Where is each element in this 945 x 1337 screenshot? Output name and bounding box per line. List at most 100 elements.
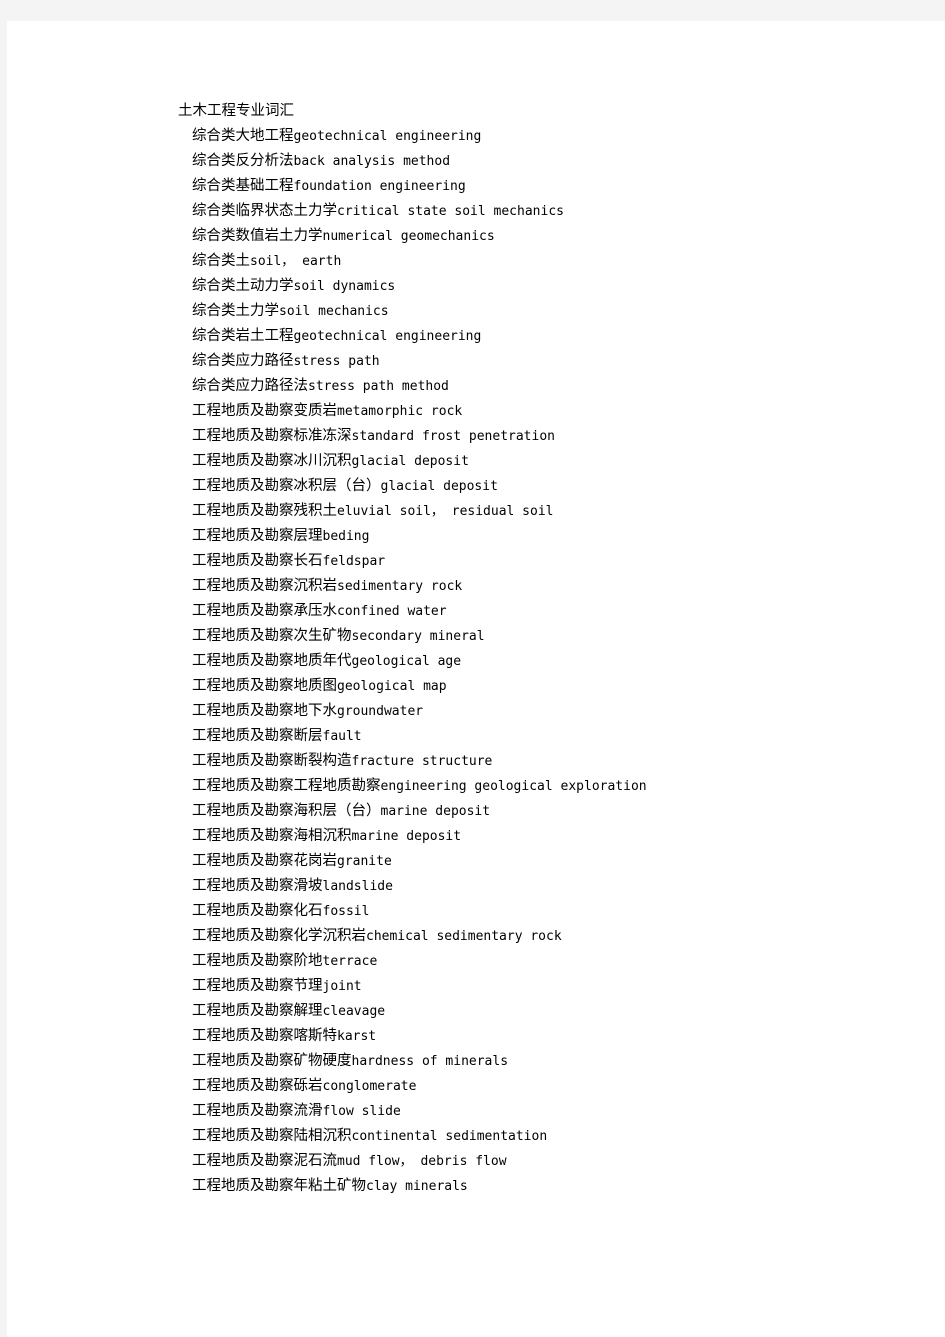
entry-english-gloss: groundwater (337, 704, 424, 719)
entry-english-gloss: confined water (337, 604, 447, 619)
entry-chinese-term: 工程地质及勘察层理 (192, 528, 323, 544)
entry-chinese-term: 工程地质及勘察矿物硬度 (192, 1053, 352, 1069)
entry-english-gloss: glacial deposit (351, 454, 469, 469)
glossary-entry: 工程地质及勘察地质图geological map (192, 674, 918, 699)
document-page: 土木工程专业词汇 综合类大地工程geotechnical engineering… (7, 21, 945, 1337)
glossary-entry: 工程地质及勘察冰积层（台）glacial deposit (192, 474, 918, 499)
glossary-entry: 综合类数值岩土力学numerical geomechanics (192, 224, 918, 249)
entry-chinese-term: 工程地质及勘察承压水 (192, 603, 337, 619)
entry-chinese-term: 工程地质及勘察海积层（台） (192, 803, 381, 819)
glossary-entry: 综合类临界状态土力学critical state soil mechanics (192, 199, 918, 224)
entry-english-gloss: engineering geological exploration (380, 779, 647, 794)
glossary-entry: 工程地质及勘察解理cleavage (192, 999, 918, 1024)
glossary-entry: 综合类土soil， earth (192, 249, 918, 274)
entry-chinese-term: 工程地质及勘察流滑 (192, 1103, 323, 1119)
entry-english-gloss: granite (337, 854, 392, 869)
entry-chinese-term: 工程地质及勘察标准冻深 (192, 428, 352, 444)
glossary-entry: 工程地质及勘察沉积岩sedimentary rock (192, 574, 918, 599)
entry-chinese-term: 综合类数值岩土力学 (192, 228, 323, 244)
entry-chinese-term: 综合类土动力学 (192, 278, 294, 294)
entry-chinese-term: 综合类应力路径法 (192, 378, 308, 394)
entry-english-gloss: mud flow， debris flow (337, 1154, 507, 1169)
entry-chinese-term: 工程地质及勘察工程地质勘察 (192, 778, 381, 794)
entry-chinese-term: 工程地质及勘察化学沉积岩 (192, 928, 366, 944)
entry-english-gloss: foundation engineering (293, 179, 466, 194)
entry-chinese-term: 综合类基础工程 (192, 178, 294, 194)
entry-english-gloss: standard frost penetration (351, 429, 556, 444)
entry-english-gloss: soil， earth (250, 254, 342, 269)
glossary-entry: 综合类土动力学soil dynamics (192, 274, 918, 299)
glossary-entry: 工程地质及勘察断层fault (192, 724, 918, 749)
entry-english-gloss: geological age (351, 654, 462, 669)
entry-chinese-term: 工程地质及勘察断裂构造 (192, 753, 352, 769)
glossary-entry: 工程地质及勘察断裂构造fracture structure (192, 749, 918, 774)
entry-chinese-term: 综合类临界状态土力学 (192, 203, 337, 219)
glossary-entry: 工程地质及勘察海相沉积marine deposit (192, 824, 918, 849)
glossary-entry: 工程地质及勘察泥石流mud flow， debris flow (192, 1149, 918, 1174)
glossary-entry: 工程地质及勘察地质年代geological age (192, 649, 918, 674)
entry-chinese-term: 工程地质及勘察海相沉积 (192, 828, 352, 844)
entry-english-gloss: terrace (322, 954, 378, 969)
glossary-entry: 工程地质及勘察地下水groundwater (192, 699, 918, 724)
glossary-entry: 工程地质及勘察年粘土矿物clay minerals (192, 1174, 918, 1199)
entry-english-gloss: fracture structure (351, 754, 493, 769)
entry-english-gloss: eluvial soil， residual soil (337, 504, 554, 519)
entry-chinese-term: 工程地质及勘察残积土 (192, 503, 337, 519)
glossary-entry: 综合类大地工程geotechnical engineering (192, 124, 918, 149)
entry-english-gloss: fossil (322, 904, 370, 919)
entry-chinese-term: 工程地质及勘察阶地 (192, 953, 323, 969)
entry-chinese-term: 综合类土 (192, 253, 250, 269)
entry-chinese-term: 工程地质及勘察次生矿物 (192, 628, 352, 644)
entry-chinese-term: 工程地质及勘察沉积岩 (192, 578, 337, 594)
entry-chinese-term: 综合类土力学 (192, 303, 279, 319)
entry-english-gloss: glacial deposit (380, 479, 498, 494)
document-title: 土木工程专业词汇 (178, 103, 294, 119)
entry-english-gloss: back analysis method (293, 154, 451, 169)
entry-chinese-term: 工程地质及勘察冰川沉积 (192, 453, 352, 469)
entry-chinese-term: 工程地质及勘察喀斯特 (192, 1028, 337, 1044)
entry-chinese-term: 工程地质及勘察砾岩 (192, 1078, 323, 1094)
entry-english-gloss: marine deposit (351, 829, 462, 844)
entry-english-gloss: feldspar (322, 554, 386, 569)
glossary-entry: 工程地质及勘察滑坡landslide (192, 874, 918, 899)
entry-english-gloss: secondary mineral (351, 629, 485, 644)
glossary-entry: 综合类岩土工程geotechnical engineering (192, 324, 918, 349)
entry-english-gloss: geological map (337, 679, 447, 694)
entry-english-gloss: karst (337, 1029, 377, 1044)
entry-chinese-term: 工程地质及勘察化石 (192, 903, 323, 919)
glossary-entry: 工程地质及勘察残积土eluvial soil， residual soil (192, 499, 918, 524)
entry-english-gloss: marine deposit (380, 804, 491, 819)
glossary-entry: 工程地质及勘察化学沉积岩chemical sedimentary rock (192, 924, 918, 949)
glossary-entry: 工程地质及勘察标准冻深standard frost penetration (192, 424, 918, 449)
entry-chinese-term: 工程地质及勘察断层 (192, 728, 323, 744)
entry-english-gloss: geotechnical engineering (293, 129, 482, 144)
entry-english-gloss: stress path method (308, 379, 449, 394)
entry-english-gloss: stress path (293, 354, 380, 369)
entry-english-gloss: soil dynamics (293, 279, 396, 294)
glossary-entry: 综合类土力学soil mechanics (192, 299, 918, 324)
entry-chinese-term: 工程地质及勘察节理 (192, 978, 323, 994)
entry-chinese-term: 综合类大地工程 (192, 128, 294, 144)
glossary-entry: 工程地质及勘察化石fossil (192, 899, 918, 924)
glossary-entry: 工程地质及勘察喀斯特karst (192, 1024, 918, 1049)
glossary-entry: 工程地质及勘察冰川沉积glacial deposit (192, 449, 918, 474)
glossary-entry: 综合类应力路径stress path (192, 349, 918, 374)
entry-english-gloss: conglomerate (322, 1079, 417, 1094)
entry-english-gloss: sedimentary rock (337, 579, 463, 594)
glossary-entry: 工程地质及勘察长石feldspar (192, 549, 918, 574)
entry-english-gloss: numerical geomechanics (322, 229, 495, 244)
entry-chinese-term: 工程地质及勘察解理 (192, 1003, 323, 1019)
glossary-entry: 综合类反分析法back analysis method (192, 149, 918, 174)
entry-english-gloss: chemical sedimentary rock (366, 929, 562, 944)
glossary-entry: 工程地质及勘察节理joint (192, 974, 918, 999)
entry-english-gloss: soil mechanics (279, 304, 389, 319)
entry-chinese-term: 工程地质及勘察地下水 (192, 703, 337, 719)
glossary-entry: 工程地质及勘察海积层（台）marine deposit (192, 799, 918, 824)
glossary-entry: 工程地质及勘察花岗岩granite (192, 849, 918, 874)
glossary-entry: 工程地质及勘察砾岩conglomerate (192, 1074, 918, 1099)
entry-chinese-term: 工程地质及勘察地质年代 (192, 653, 352, 669)
glossary-entry: 综合类应力路径法stress path method (192, 374, 918, 399)
entry-chinese-term: 综合类岩土工程 (192, 328, 294, 344)
entry-chinese-term: 工程地质及勘察年粘土矿物 (192, 1178, 366, 1194)
entry-english-gloss: flow slide (322, 1104, 401, 1119)
